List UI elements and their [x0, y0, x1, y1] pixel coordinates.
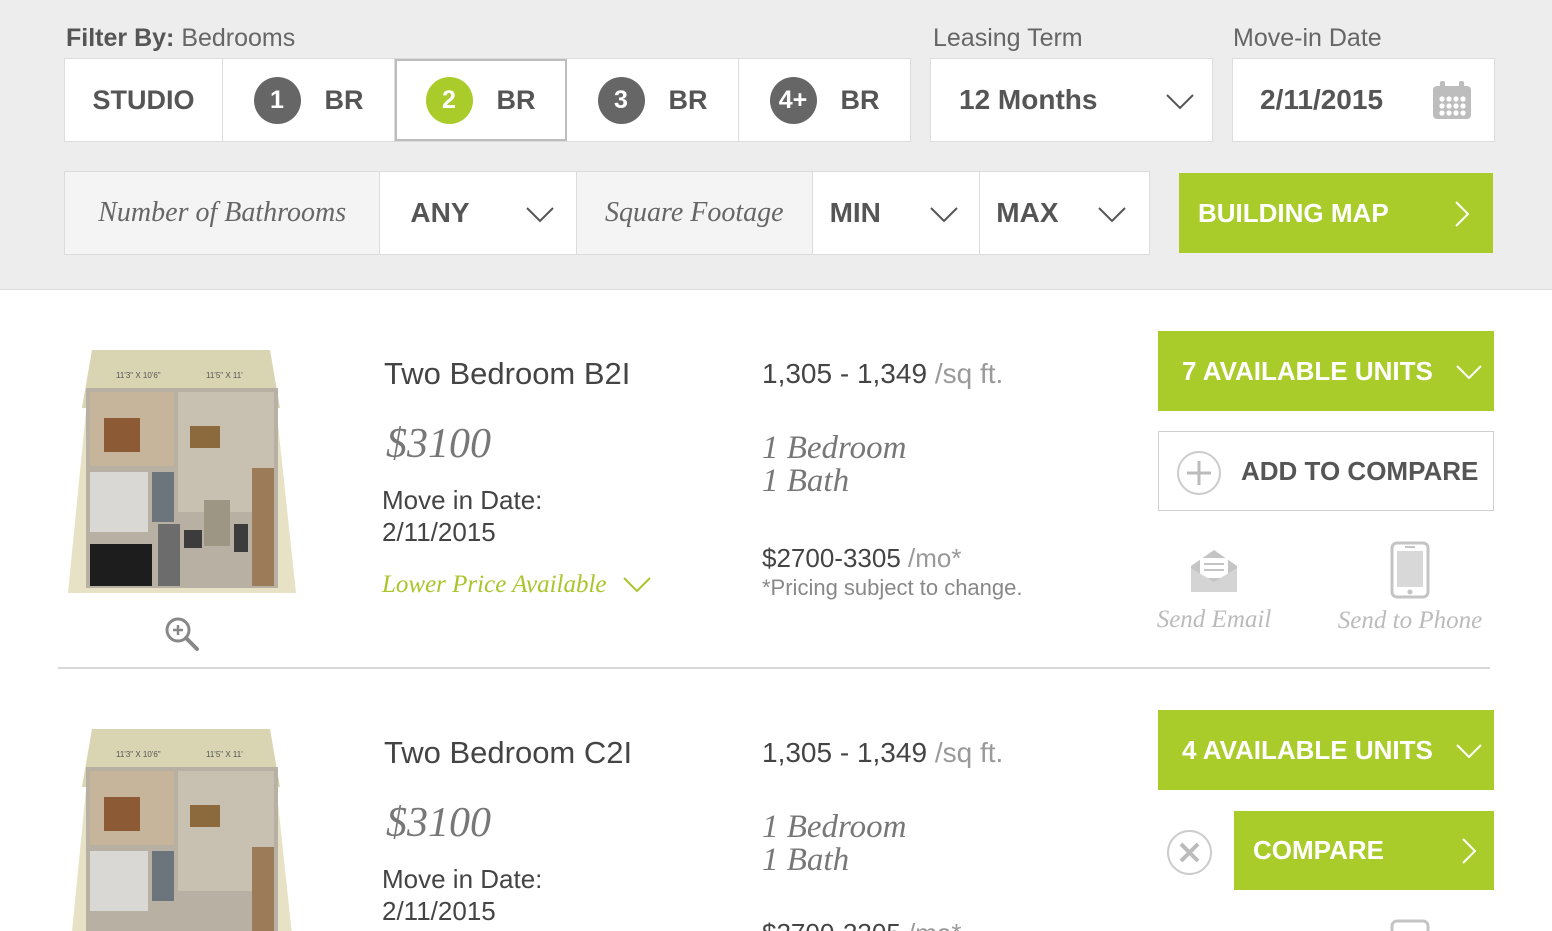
- floorplan-price: $3100: [386, 421, 491, 467]
- chevron-right-icon: [1455, 201, 1469, 227]
- square-footage: 1,305 - 1,349 /sq ft.: [762, 737, 1003, 769]
- available-units-button[interactable]: 4 AVAILABLE UNITS: [1158, 710, 1494, 790]
- listing-divider: [58, 667, 1490, 669]
- bedroom-count-badge: 4+: [769, 76, 817, 124]
- bedroom-option-3br[interactable]: 3 BR: [567, 59, 739, 141]
- bedroom-filter: STUDIO 1 BR 2 BR 3 BR 4+ BR: [64, 58, 911, 142]
- chevron-down-icon: [1456, 365, 1482, 379]
- floorplan-price: $3100: [386, 800, 491, 846]
- bedroom-option-4plus-br[interactable]: 4+ BR: [739, 59, 910, 141]
- chevron-down-icon: [1456, 744, 1482, 758]
- bedroom-count: 1 Bedroom: [762, 809, 907, 845]
- mobile-phone-icon[interactable]: [1390, 919, 1430, 931]
- building-map-label: BUILDING MAP: [1198, 197, 1389, 228]
- pricing-disclaimer: *Pricing subject to change.: [762, 575, 1023, 600]
- bathrooms-label: Number of Bathrooms: [65, 172, 381, 254]
- mobile-phone-icon: [1390, 541, 1430, 599]
- bedroom-count-badge: 3: [597, 76, 645, 124]
- sqft-max-select[interactable]: MAX: [980, 172, 1149, 254]
- plus-circle-icon: [1177, 451, 1221, 495]
- move-in-label: Move-in Date: [1233, 24, 1382, 52]
- chevron-down-icon: [622, 577, 651, 593]
- sqft-unit: /sq ft.: [934, 358, 1004, 389]
- bedroom-count: 1 Bedroom: [762, 430, 907, 466]
- bedroom-option-label: BR: [496, 84, 536, 115]
- calendar-icon[interactable]: [1432, 80, 1472, 120]
- sqft-min-value: MIN: [829, 197, 881, 228]
- bedroom-option-label: BR: [840, 84, 880, 115]
- bedroom-option-label: BR: [324, 84, 364, 115]
- sqft-max-value: MAX: [996, 197, 1059, 228]
- move-in-date-label: Move in Date:: [382, 485, 543, 515]
- building-map-button[interactable]: BUILDING MAP: [1179, 173, 1493, 253]
- bedroom-count-badge: 1: [253, 76, 301, 124]
- chevron-down-icon: [1166, 94, 1194, 110]
- square-footage: 1,305 - 1,349 /sq ft.: [762, 358, 1003, 390]
- available-units-label: 7 AVAILABLE UNITS: [1182, 355, 1433, 386]
- secondary-filters: Number of Bathrooms ANY Square Footage M…: [64, 171, 1150, 255]
- rent-unit: /mo*: [908, 918, 961, 931]
- move-in-date-value: 2/11/2015: [1260, 84, 1384, 115]
- chevron-down-icon: [929, 207, 958, 223]
- leasing-term-select[interactable]: 12 Months: [930, 58, 1213, 142]
- add-to-compare-label: ADD TO COMPARE: [1241, 455, 1479, 486]
- bedroom-option-label: STUDIO: [92, 84, 195, 115]
- move-in-date: 2/11/2015: [382, 896, 496, 926]
- zoom-in-icon[interactable]: [164, 616, 200, 652]
- square-footage-label: Square Footage: [577, 172, 813, 254]
- chevron-right-icon: [1462, 838, 1476, 864]
- add-to-compare-button[interactable]: ADD TO COMPARE: [1158, 431, 1494, 511]
- remove-compare-icon[interactable]: [1166, 829, 1213, 876]
- sqft-value: 1,305 - 1,349: [762, 737, 928, 768]
- bed-bath-info: 1 Bedroom 1 Bath: [762, 432, 907, 498]
- sqft-value: 1,305 - 1,349: [762, 358, 928, 389]
- bath-count: 1 Bath: [762, 463, 850, 499]
- compare-button[interactable]: COMPARE: [1234, 811, 1494, 890]
- chevron-down-icon: [526, 207, 555, 223]
- floor-plan-image[interactable]: 11'3" X 10'6" 11'5" X 11': [66, 727, 298, 931]
- envelope-icon: [1191, 550, 1237, 592]
- bed-bath-info: 1 Bedroom 1 Bath: [762, 811, 907, 877]
- bathrooms-value: ANY: [410, 197, 470, 228]
- rent-range: $2700-3305 /mo*: [762, 543, 962, 574]
- rent-unit: /mo*: [908, 543, 962, 573]
- move-in-date: 2/11/2015: [382, 517, 496, 547]
- bath-count: 1 Bath: [762, 842, 850, 878]
- sqft-min-select[interactable]: MIN: [813, 172, 981, 254]
- bedroom-count-badge: 2: [425, 76, 473, 124]
- rent-value: $2700-3305: [762, 543, 901, 573]
- available-units-button[interactable]: 7 AVAILABLE UNITS: [1158, 331, 1494, 411]
- available-units-label: 4 AVAILABLE UNITS: [1182, 734, 1433, 765]
- filter-bar: Filter By: Bedrooms Leasing Term Move-in…: [0, 0, 1552, 290]
- floor-plan-image[interactable]: 11'3" X 10'6" 11'5" X 11': [66, 348, 298, 593]
- bedroom-option-studio[interactable]: STUDIO: [65, 59, 223, 141]
- compare-label: COMPARE: [1253, 835, 1384, 865]
- send-email-label: Send Email: [1156, 606, 1272, 633]
- chevron-down-icon: [1098, 207, 1126, 223]
- bedroom-option-1br[interactable]: 1 BR: [223, 59, 395, 141]
- rent-value: $2700-3305: [762, 918, 901, 931]
- bedroom-option-2br[interactable]: 2 BR: [395, 59, 567, 141]
- sqft-unit: /sq ft.: [934, 737, 1004, 768]
- send-email-button[interactable]: Send Email: [1150, 544, 1278, 634]
- send-to-phone-button[interactable]: Send to Phone: [1330, 541, 1490, 635]
- lower-price-label: Lower Price Available: [382, 571, 607, 598]
- send-to-phone-label: Send to Phone: [1337, 607, 1483, 634]
- floorplan-name[interactable]: Two Bedroom C2I: [384, 735, 632, 771]
- plan-dimension: 11'3" X 10'6": [116, 371, 161, 380]
- leasing-term-label: Leasing Term: [933, 24, 1083, 52]
- plan-dimension: 11'3" X 10'6": [116, 750, 161, 759]
- floorplan-name[interactable]: Two Bedroom B2I: [384, 356, 630, 392]
- plan-dimension: 11'5" X 11': [206, 371, 243, 380]
- move-in-date-label: Move in Date:: [382, 864, 543, 894]
- bedroom-option-label: BR: [668, 84, 708, 115]
- move-in-date-field[interactable]: 2/11/2015: [1232, 58, 1495, 142]
- filter-by-label: Filter By: Bedrooms: [66, 24, 296, 52]
- bathrooms-select[interactable]: ANY: [380, 172, 578, 254]
- rent-range: $2700-3305 /mo*: [762, 918, 962, 931]
- leasing-term-value: 12 Months: [959, 84, 1098, 115]
- plan-dimension: 11'5" X 11': [206, 750, 243, 759]
- lower-price-toggle[interactable]: Lower Price Available: [382, 571, 651, 599]
